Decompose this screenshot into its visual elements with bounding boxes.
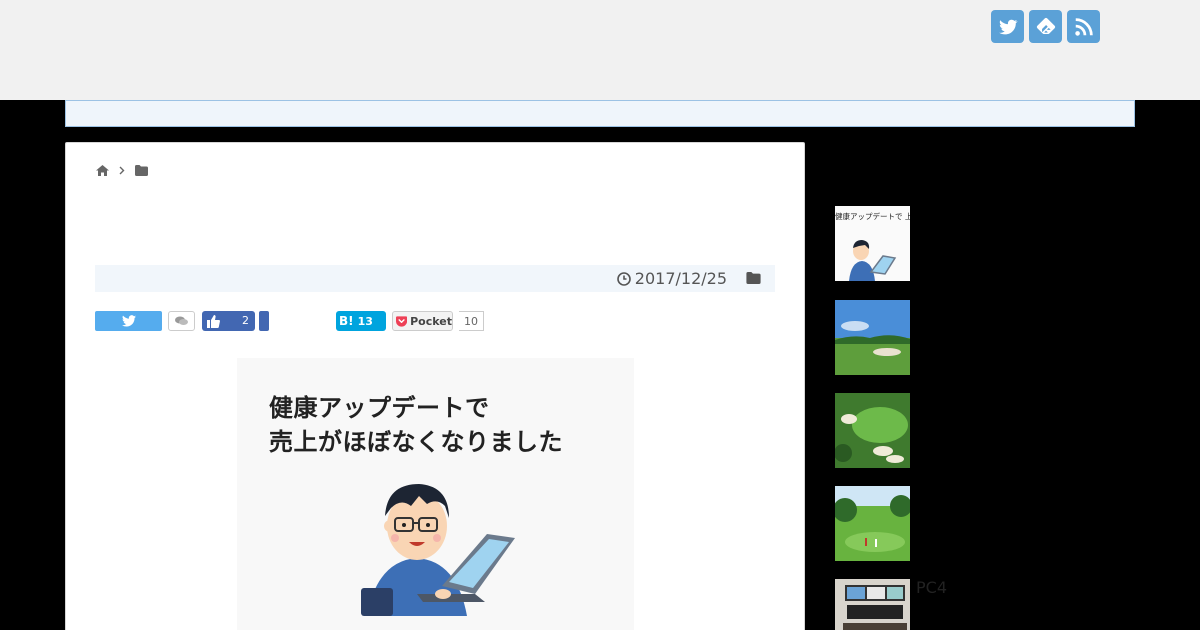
chevron-right-icon (119, 166, 125, 175)
twitter-icon (121, 315, 136, 327)
eyecatch-image: 健康アップデートで 売上がほぼなくなりました (237, 358, 634, 630)
post-thumbnail: 健康アップデートで 上がほぼなくなりまし (835, 206, 910, 281)
golf-green-thumbnail (835, 393, 910, 468)
post-meta: 2017/12/25 (95, 265, 775, 292)
facebook-like-count: 2 (242, 314, 249, 327)
eyecatch-text-line2: 売上がほぼなくなりました (269, 428, 563, 456)
social-links (991, 10, 1100, 43)
sidebar-post-thumb-4[interactable] (835, 486, 910, 561)
rss-follow-button[interactable] (1067, 10, 1100, 43)
share-buttons: 2 B! 13 Pocket 10 (95, 311, 515, 333)
sidebar-post-thumb-2[interactable] (835, 300, 910, 375)
home-icon[interactable] (96, 165, 109, 176)
category-folder-icon[interactable] (746, 272, 761, 284)
eyecatch-text-line1: 健康アップデートで (269, 394, 490, 422)
pocket-count: 10 (459, 311, 484, 331)
golf-fairway-thumbnail (835, 486, 910, 561)
sidebar-post-thumb-1[interactable]: 健康アップデートで 上がほぼなくなりまし (835, 206, 910, 281)
thumb-caption: 健康アップデートで 上がほぼなくなりまし (835, 211, 910, 221)
pocket-label: Pocket (410, 314, 452, 328)
pc-setup-thumbnail (835, 579, 910, 630)
thumbs-up-icon (207, 314, 220, 328)
person-with-laptop-illustration (361, 484, 515, 616)
comment-icon (175, 316, 188, 325)
pocket-icon (396, 315, 408, 327)
post-date-text: 2017/12/25 (634, 269, 727, 288)
facebook-share-button[interactable] (259, 311, 269, 331)
global-navigation (65, 100, 1135, 127)
post-date: 2017/12/25 (616, 269, 727, 288)
feedly-follow-button[interactable] (1029, 10, 1062, 43)
sidebar-post-title-5[interactable]: PC4 (916, 578, 947, 597)
twitter-follow-button[interactable] (991, 10, 1024, 43)
pocket-button[interactable]: Pocket (392, 311, 453, 331)
breadcrumb (96, 165, 148, 176)
folder-icon[interactable] (135, 165, 148, 176)
sidebar-post-thumb-5[interactable] (835, 579, 910, 630)
clock-icon (616, 271, 631, 286)
golf-course-thumbnail (835, 300, 910, 375)
article-main: 2017/12/25 2 B! 13 Pocket 10 健康アップデートで 売… (65, 142, 805, 630)
twitter-share-count[interactable] (168, 311, 195, 331)
rss-icon (1074, 17, 1093, 36)
site-header (0, 0, 1200, 100)
hatena-label: B! (339, 314, 354, 328)
facebook-like-button[interactable]: 2 (202, 311, 255, 331)
hatena-bookmark-button[interactable]: B! 13 (336, 311, 386, 331)
twitter-icon (998, 19, 1018, 34)
hatena-count: 13 (357, 314, 373, 328)
sidebar-post-thumb-3[interactable] (835, 393, 910, 468)
feedly-icon (1036, 17, 1055, 34)
twitter-share-button[interactable] (95, 311, 162, 331)
